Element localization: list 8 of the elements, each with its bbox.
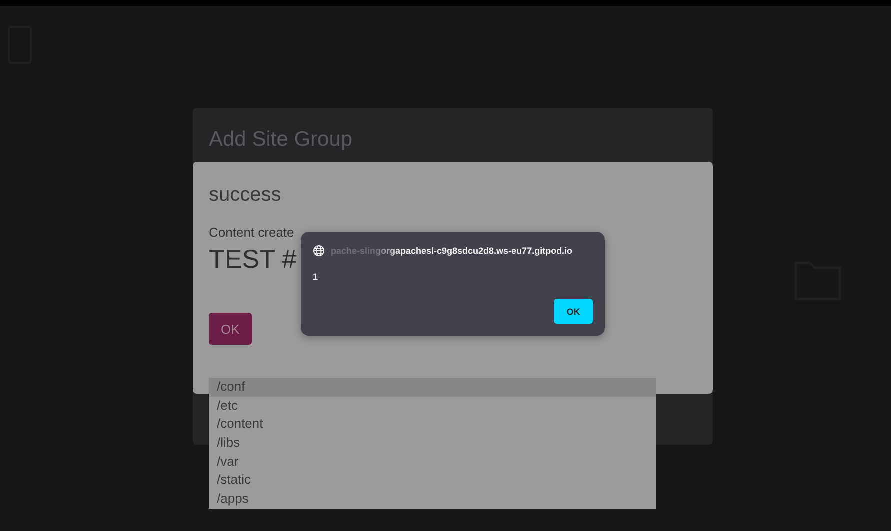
dialog-message: Content create	[209, 225, 294, 240]
ok-button[interactable]: OK	[554, 299, 593, 324]
dropdown-option[interactable]: /conf	[209, 378, 656, 397]
ok-button[interactable]: OK	[209, 313, 252, 345]
alert-message: 1	[313, 272, 320, 282]
globe-icon	[313, 245, 325, 257]
dialog-title: success	[209, 184, 282, 207]
content-heading: TEST #	[209, 244, 297, 275]
